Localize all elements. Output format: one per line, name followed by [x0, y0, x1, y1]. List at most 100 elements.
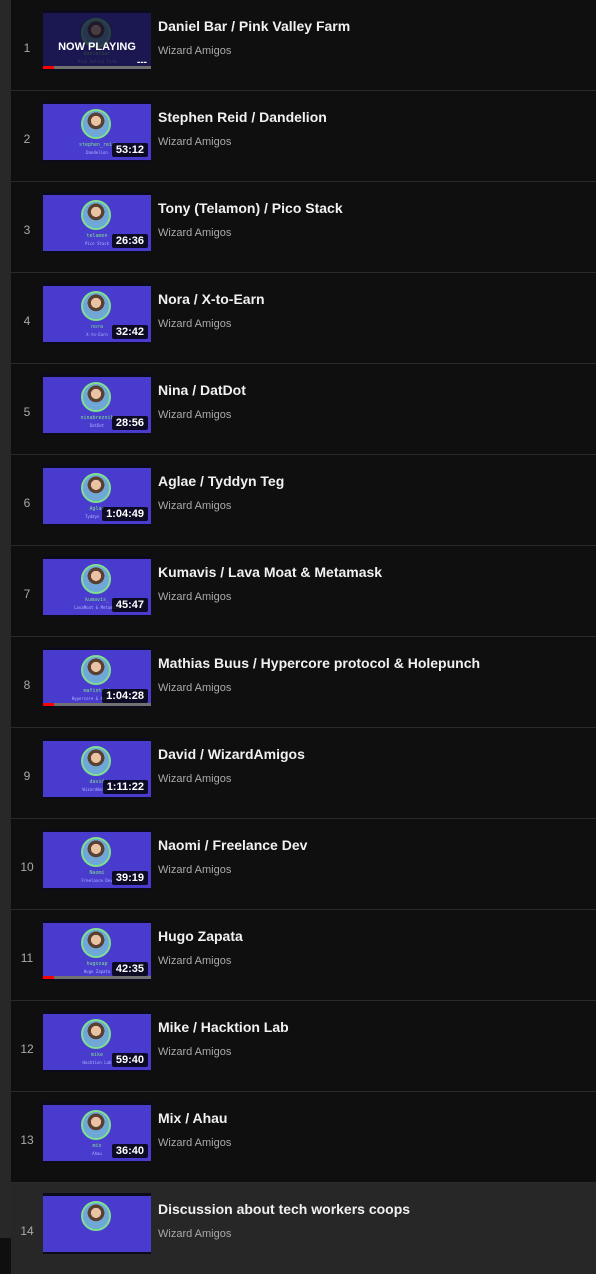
duration-badge: 53:12	[111, 143, 148, 157]
video-title[interactable]: Aglae / Tyddyn Teg	[158, 473, 284, 489]
video-title[interactable]: Mike / Hacktion Lab	[158, 1019, 289, 1035]
channel-name[interactable]: Wizard Amigos	[158, 591, 231, 603]
watch-progress-bar	[43, 703, 151, 706]
channel-name[interactable]: Wizard Amigos	[158, 682, 231, 694]
video-title[interactable]: Naomi / Freelance Dev	[158, 837, 307, 853]
video-thumbnail[interactable]: telamon Pico Stack 26:36	[43, 192, 151, 253]
video-thumbnail[interactable]: mix Ahau 36:40	[43, 1102, 151, 1163]
item-index: 9	[23, 769, 31, 783]
playlist-item[interactable]: 11 hugozap Hugo Zapata 42:35 Hugo Zapata…	[11, 910, 596, 1001]
speaker-avatar	[81, 928, 111, 958]
item-index: 13	[20, 1133, 34, 1147]
watch-progress-bar	[43, 66, 151, 69]
video-title[interactable]: Tony (Telamon) / Pico Stack	[158, 200, 343, 216]
video-thumbnail[interactable]: mafintosh Hypercore & Holepunch 1:04:28	[43, 647, 151, 708]
channel-name[interactable]: Wizard Amigos	[158, 864, 231, 876]
item-index: 5	[23, 405, 31, 419]
item-index: 2	[23, 132, 31, 146]
playlist-item[interactable]: 5 ninabreznik DatDot 28:56 Nina / DatDot…	[11, 364, 596, 455]
item-index: 12	[20, 1042, 34, 1056]
playlist-item[interactable]: 10 Naomi Freelance Dev 39:19 Naomi / Fre…	[11, 819, 596, 910]
item-index: 1	[23, 41, 31, 55]
channel-name[interactable]: Wizard Amigos	[158, 1228, 231, 1240]
video-thumbnail[interactable]: mike Hacktion Lab 59:40	[43, 1011, 151, 1072]
duration-badge: 1:04:28	[102, 689, 148, 703]
playlist-item[interactable]: 3 telamon Pico Stack 26:36 Tony (Telamon…	[11, 182, 596, 273]
playlist-item[interactable]: 13 mix Ahau 36:40 Mix / Ahau Wizard Amig…	[11, 1092, 596, 1183]
playlist-item[interactable]: 7 kumavis_ LavaMoat & Metamask 45:47 Kum…	[11, 546, 596, 637]
duration-badge: 45:47	[111, 598, 148, 612]
duration-badge: 1:11:22	[102, 780, 148, 794]
left-scroll-gutter	[0, 0, 11, 1238]
playlist-item[interactable]: 2 stephen_reid Dandelion 53:12 Stephen R…	[11, 91, 596, 182]
speaker-avatar	[81, 1201, 111, 1231]
duration-badge: 59:40	[111, 1053, 148, 1067]
speaker-avatar	[81, 291, 111, 321]
channel-name[interactable]: Wizard Amigos	[158, 136, 231, 148]
channel-name[interactable]: Wizard Amigos	[158, 318, 231, 330]
video-thumbnail[interactable]: hugozap Hugo Zapata 42:35	[43, 920, 151, 981]
duration-badge: 32:42	[111, 325, 148, 339]
playlist-item[interactable]: 6 Aglae Tyddyn Teg 1:04:49 Aglae / Tyddy…	[11, 455, 596, 546]
duration-badge: 36:40	[111, 1144, 148, 1158]
item-index: 6	[23, 496, 31, 510]
video-title[interactable]: Hugo Zapata	[158, 928, 243, 944]
playlist-item[interactable]: 4 nora X-to-Earn 32:42 Nora / X-to-Earn …	[11, 273, 596, 364]
video-thumbnail[interactable]: danielbar Pink Valley Farm NOW PLAYING -…	[43, 10, 151, 71]
watch-progress-bar	[43, 976, 151, 979]
speaker-avatar	[81, 473, 111, 503]
playlist-item[interactable]: 8 mafintosh Hypercore & Holepunch 1:04:2…	[11, 637, 596, 728]
channel-name[interactable]: Wizard Amigos	[158, 45, 231, 57]
speaker-avatar	[81, 1110, 111, 1140]
speaker-avatar	[81, 837, 111, 867]
channel-name[interactable]: Wizard Amigos	[158, 1137, 231, 1149]
video-title[interactable]: Mix / Ahau	[158, 1110, 228, 1126]
item-index: 7	[23, 587, 31, 601]
playlist-item[interactable]: 14 Discussion about tech workers coops W…	[11, 1183, 596, 1274]
duration-badge: 28:56	[111, 416, 148, 430]
channel-name[interactable]: Wizard Amigos	[158, 500, 231, 512]
playlist-item[interactable]: 9 david WizardAmigos 1:11:22 David / Wiz…	[11, 728, 596, 819]
video-thumbnail[interactable]: stephen_reid Dandelion 53:12	[43, 101, 151, 162]
video-thumbnail[interactable]: Aglae Tyddyn Teg 1:04:49	[43, 465, 151, 526]
watch-progress-fill	[43, 976, 54, 979]
duration-badge: 39:19	[111, 871, 148, 885]
speaker-avatar	[81, 655, 111, 685]
watch-progress-fill	[43, 66, 54, 69]
item-index: 10	[20, 860, 34, 874]
video-thumbnail[interactable]: ninabreznik DatDot 28:56	[43, 374, 151, 435]
video-title[interactable]: Kumavis / Lava Moat & Metamask	[158, 564, 382, 580]
video-title[interactable]: Daniel Bar / Pink Valley Farm	[158, 18, 350, 34]
speaker-avatar	[81, 109, 111, 139]
speaker-avatar	[81, 1019, 111, 1049]
video-title[interactable]: Nora / X-to-Earn	[158, 291, 265, 307]
speaker-avatar	[81, 200, 111, 230]
video-thumbnail[interactable]	[43, 1193, 151, 1254]
speaker-avatar	[81, 746, 111, 776]
speaker-avatar	[81, 382, 111, 412]
video-title[interactable]: Mathias Buus / Hypercore protocol & Hole…	[158, 655, 480, 671]
item-index: 14	[20, 1224, 34, 1238]
speaker-avatar	[81, 564, 111, 594]
video-title[interactable]: Stephen Reid / Dandelion	[158, 109, 327, 125]
channel-name[interactable]: Wizard Amigos	[158, 227, 231, 239]
video-title[interactable]: Discussion about tech workers coops	[158, 1201, 410, 1217]
video-title[interactable]: David / WizardAmigos	[158, 746, 305, 762]
channel-name[interactable]: Wizard Amigos	[158, 773, 231, 785]
playlist-item[interactable]: 1 danielbar Pink Valley Farm NOW PLAYING…	[11, 0, 596, 91]
video-thumbnail[interactable]: kumavis_ LavaMoat & Metamask 45:47	[43, 556, 151, 617]
playlist-item[interactable]: 12 mike Hacktion Lab 59:40 Mike / Hackti…	[11, 1001, 596, 1092]
item-index: 8	[23, 678, 31, 692]
channel-name[interactable]: Wizard Amigos	[158, 409, 231, 421]
watch-progress-fill	[43, 703, 54, 706]
video-thumbnail[interactable]: nora X-to-Earn 32:42	[43, 283, 151, 344]
item-index: 3	[23, 223, 31, 237]
video-thumbnail[interactable]: david WizardAmigos 1:11:22	[43, 738, 151, 799]
duration-badge: 26:36	[111, 234, 148, 248]
channel-name[interactable]: Wizard Amigos	[158, 1046, 231, 1058]
channel-name[interactable]: Wizard Amigos	[158, 955, 231, 967]
video-title[interactable]: Nina / DatDot	[158, 382, 246, 398]
duration-badge: 1:04:49	[102, 507, 148, 521]
video-thumbnail[interactable]: Naomi Freelance Dev 39:19	[43, 829, 151, 890]
playlist-items: 1 danielbar Pink Valley Farm NOW PLAYING…	[11, 0, 596, 1274]
